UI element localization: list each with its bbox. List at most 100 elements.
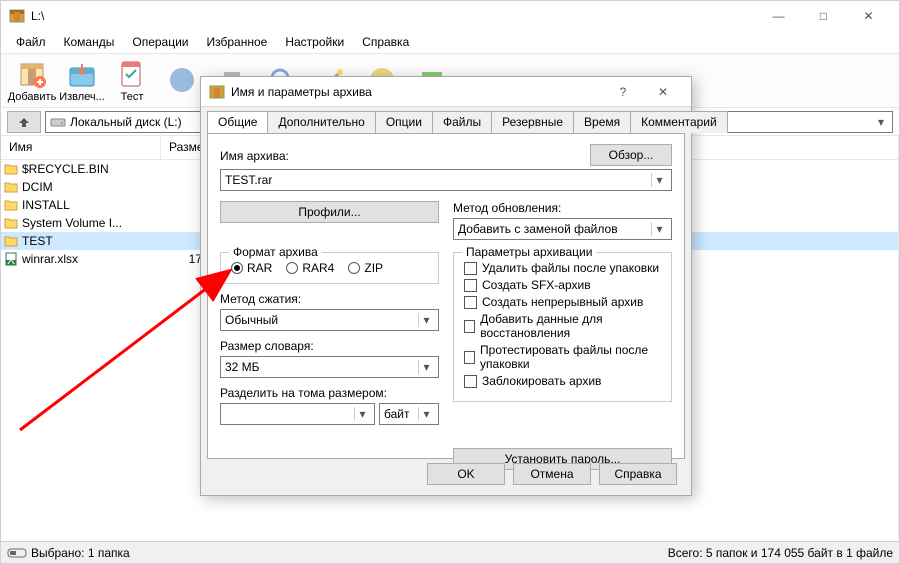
disk-icon [50, 114, 66, 130]
param-sfx[interactable]: Создать SFX-архив [464, 278, 661, 292]
dialog-tabs: Общие Дополнительно Опции Файлы Резервны… [207, 111, 685, 133]
dialog-app-icon [209, 84, 225, 100]
toolbar-add[interactable]: Добавить [7, 55, 57, 107]
toolbar-extract[interactable]: Извлеч... [57, 55, 107, 107]
checkbox-icon [464, 351, 475, 364]
dict-label: Размер словаря: [220, 339, 439, 353]
file-name: TEST [22, 234, 164, 248]
checkbox-icon [464, 375, 477, 388]
tab-time[interactable]: Время [573, 111, 631, 133]
dialog-help-button[interactable]: ? [603, 78, 643, 106]
split-size-combo[interactable]: ▾ [220, 403, 375, 425]
compress-label: Метод сжатия: [220, 292, 439, 306]
window-title: L:\ [31, 9, 756, 23]
split-label: Разделить на тома размером: [220, 386, 439, 400]
status-right: Всего: 5 папок и 174 055 байт в 1 файле [668, 546, 893, 560]
folder-icon [3, 198, 19, 212]
up-icon [16, 115, 32, 129]
format-fieldset: Формат архива RAR RAR4 ZIP [220, 252, 439, 284]
tab-comment[interactable]: Комментарий [630, 111, 728, 133]
checkbox-icon [464, 262, 477, 275]
file-name: INSTALL [22, 198, 164, 212]
browse-button[interactable]: Обзор... [590, 144, 672, 166]
split-unit-combo[interactable]: байт▾ [379, 403, 439, 425]
titlebar: L:\ — □ ✕ [1, 1, 899, 31]
tab-general[interactable]: Общие [207, 111, 268, 133]
folder-icon [3, 234, 19, 248]
file-icon: X [3, 252, 19, 266]
checkbox-icon [464, 296, 477, 309]
chevron-down-icon[interactable]: ▾ [651, 222, 667, 236]
menu-help[interactable]: Справка [353, 32, 418, 52]
selection-icon [7, 547, 27, 559]
chevron-down-icon[interactable]: ▾ [418, 313, 434, 327]
radio-icon [348, 262, 360, 274]
update-method-combo[interactable]: Добавить с заменой файлов ▾ [453, 218, 672, 240]
radio-icon [231, 262, 243, 274]
maximize-button[interactable]: □ [801, 1, 846, 31]
col-name[interactable]: Имя [1, 136, 161, 159]
menu-commands[interactable]: Команды [55, 32, 124, 52]
menubar: Файл Команды Операции Избранное Настройк… [1, 31, 899, 53]
minimize-button[interactable]: — [756, 1, 801, 31]
tab-files[interactable]: Файлы [432, 111, 492, 133]
close-button[interactable]: ✕ [846, 1, 891, 31]
tab-options[interactable]: Опции [375, 111, 433, 133]
radio-icon [286, 262, 298, 274]
cancel-button[interactable]: Отмена [513, 463, 591, 485]
format-legend: Формат архива [229, 245, 322, 259]
param-test[interactable]: Протестировать файлы после упаковки [464, 343, 661, 371]
profiles-button[interactable]: Профили... [220, 201, 439, 223]
chevron-down-icon[interactable]: ▾ [354, 407, 370, 421]
archive-dialog: Имя и параметры архива ? ✕ Общие Дополни… [200, 76, 692, 496]
app-icon [9, 8, 25, 24]
dialog-close-button[interactable]: ✕ [643, 78, 683, 106]
archive-name-label: Имя архива: [220, 149, 580, 163]
archive-name-input[interactable]: TEST.rar ▾ [220, 169, 672, 191]
address-dropdown-icon[interactable]: ▾ [874, 115, 888, 129]
format-zip[interactable]: ZIP [348, 261, 383, 275]
dialog-title: Имя и параметры архива [231, 85, 603, 99]
folder-icon [3, 216, 19, 230]
menu-settings[interactable]: Настройки [276, 32, 353, 52]
format-rar[interactable]: RAR [231, 261, 272, 275]
extract-icon [66, 58, 98, 90]
test-icon [116, 58, 148, 90]
statusbar: Выбрано: 1 папка Всего: 5 папок и 174 05… [1, 541, 899, 563]
file-name: $RECYCLE.BIN [22, 162, 164, 176]
folder-icon [3, 180, 19, 194]
toolbar-test[interactable]: Тест [107, 55, 157, 107]
params-legend: Параметры архивации [462, 245, 596, 259]
menu-file[interactable]: Файл [7, 32, 55, 52]
chevron-down-icon[interactable]: ▾ [418, 360, 434, 374]
tab-panel-general: Имя архива: Обзор... TEST.rar ▾ Профили.… [207, 133, 685, 459]
tab-advanced[interactable]: Дополнительно [267, 111, 375, 133]
format-rar4[interactable]: RAR4 [286, 261, 334, 275]
param-solid[interactable]: Создать непрерывный архив [464, 295, 661, 309]
svg-text:X: X [7, 253, 15, 266]
dialog-footer: OK Отмена Справка [427, 463, 677, 485]
ok-button[interactable]: OK [427, 463, 505, 485]
checkbox-icon [464, 320, 475, 333]
archive-name-dropdown-icon[interactable]: ▾ [651, 173, 667, 187]
chevron-down-icon[interactable]: ▾ [418, 407, 434, 421]
checkbox-icon [464, 279, 477, 292]
file-name: System Volume I... [22, 216, 164, 230]
file-name: winrar.xlsx [22, 252, 164, 266]
menu-favorites[interactable]: Избранное [198, 32, 277, 52]
file-name: DCIM [22, 180, 164, 194]
param-recovery[interactable]: Добавить данные для восстановления [464, 312, 661, 340]
tab-backup[interactable]: Резервные копии [491, 111, 574, 133]
params-fieldset: Параметры архивации Удалить файлы после … [453, 252, 672, 402]
view-icon [166, 64, 198, 96]
dict-combo[interactable]: 32 МБ▾ [220, 356, 439, 378]
archive-add-icon [16, 58, 48, 90]
up-button[interactable] [7, 111, 41, 133]
compress-combo[interactable]: Обычный▾ [220, 309, 439, 331]
dialog-titlebar: Имя и параметры архива ? ✕ [201, 77, 691, 107]
param-delete-files[interactable]: Удалить файлы после упаковки [464, 261, 661, 275]
help-button[interactable]: Справка [599, 463, 677, 485]
param-lock[interactable]: Заблокировать архив [464, 374, 661, 388]
status-left: Выбрано: 1 папка [31, 546, 130, 560]
menu-operations[interactable]: Операции [123, 32, 197, 52]
